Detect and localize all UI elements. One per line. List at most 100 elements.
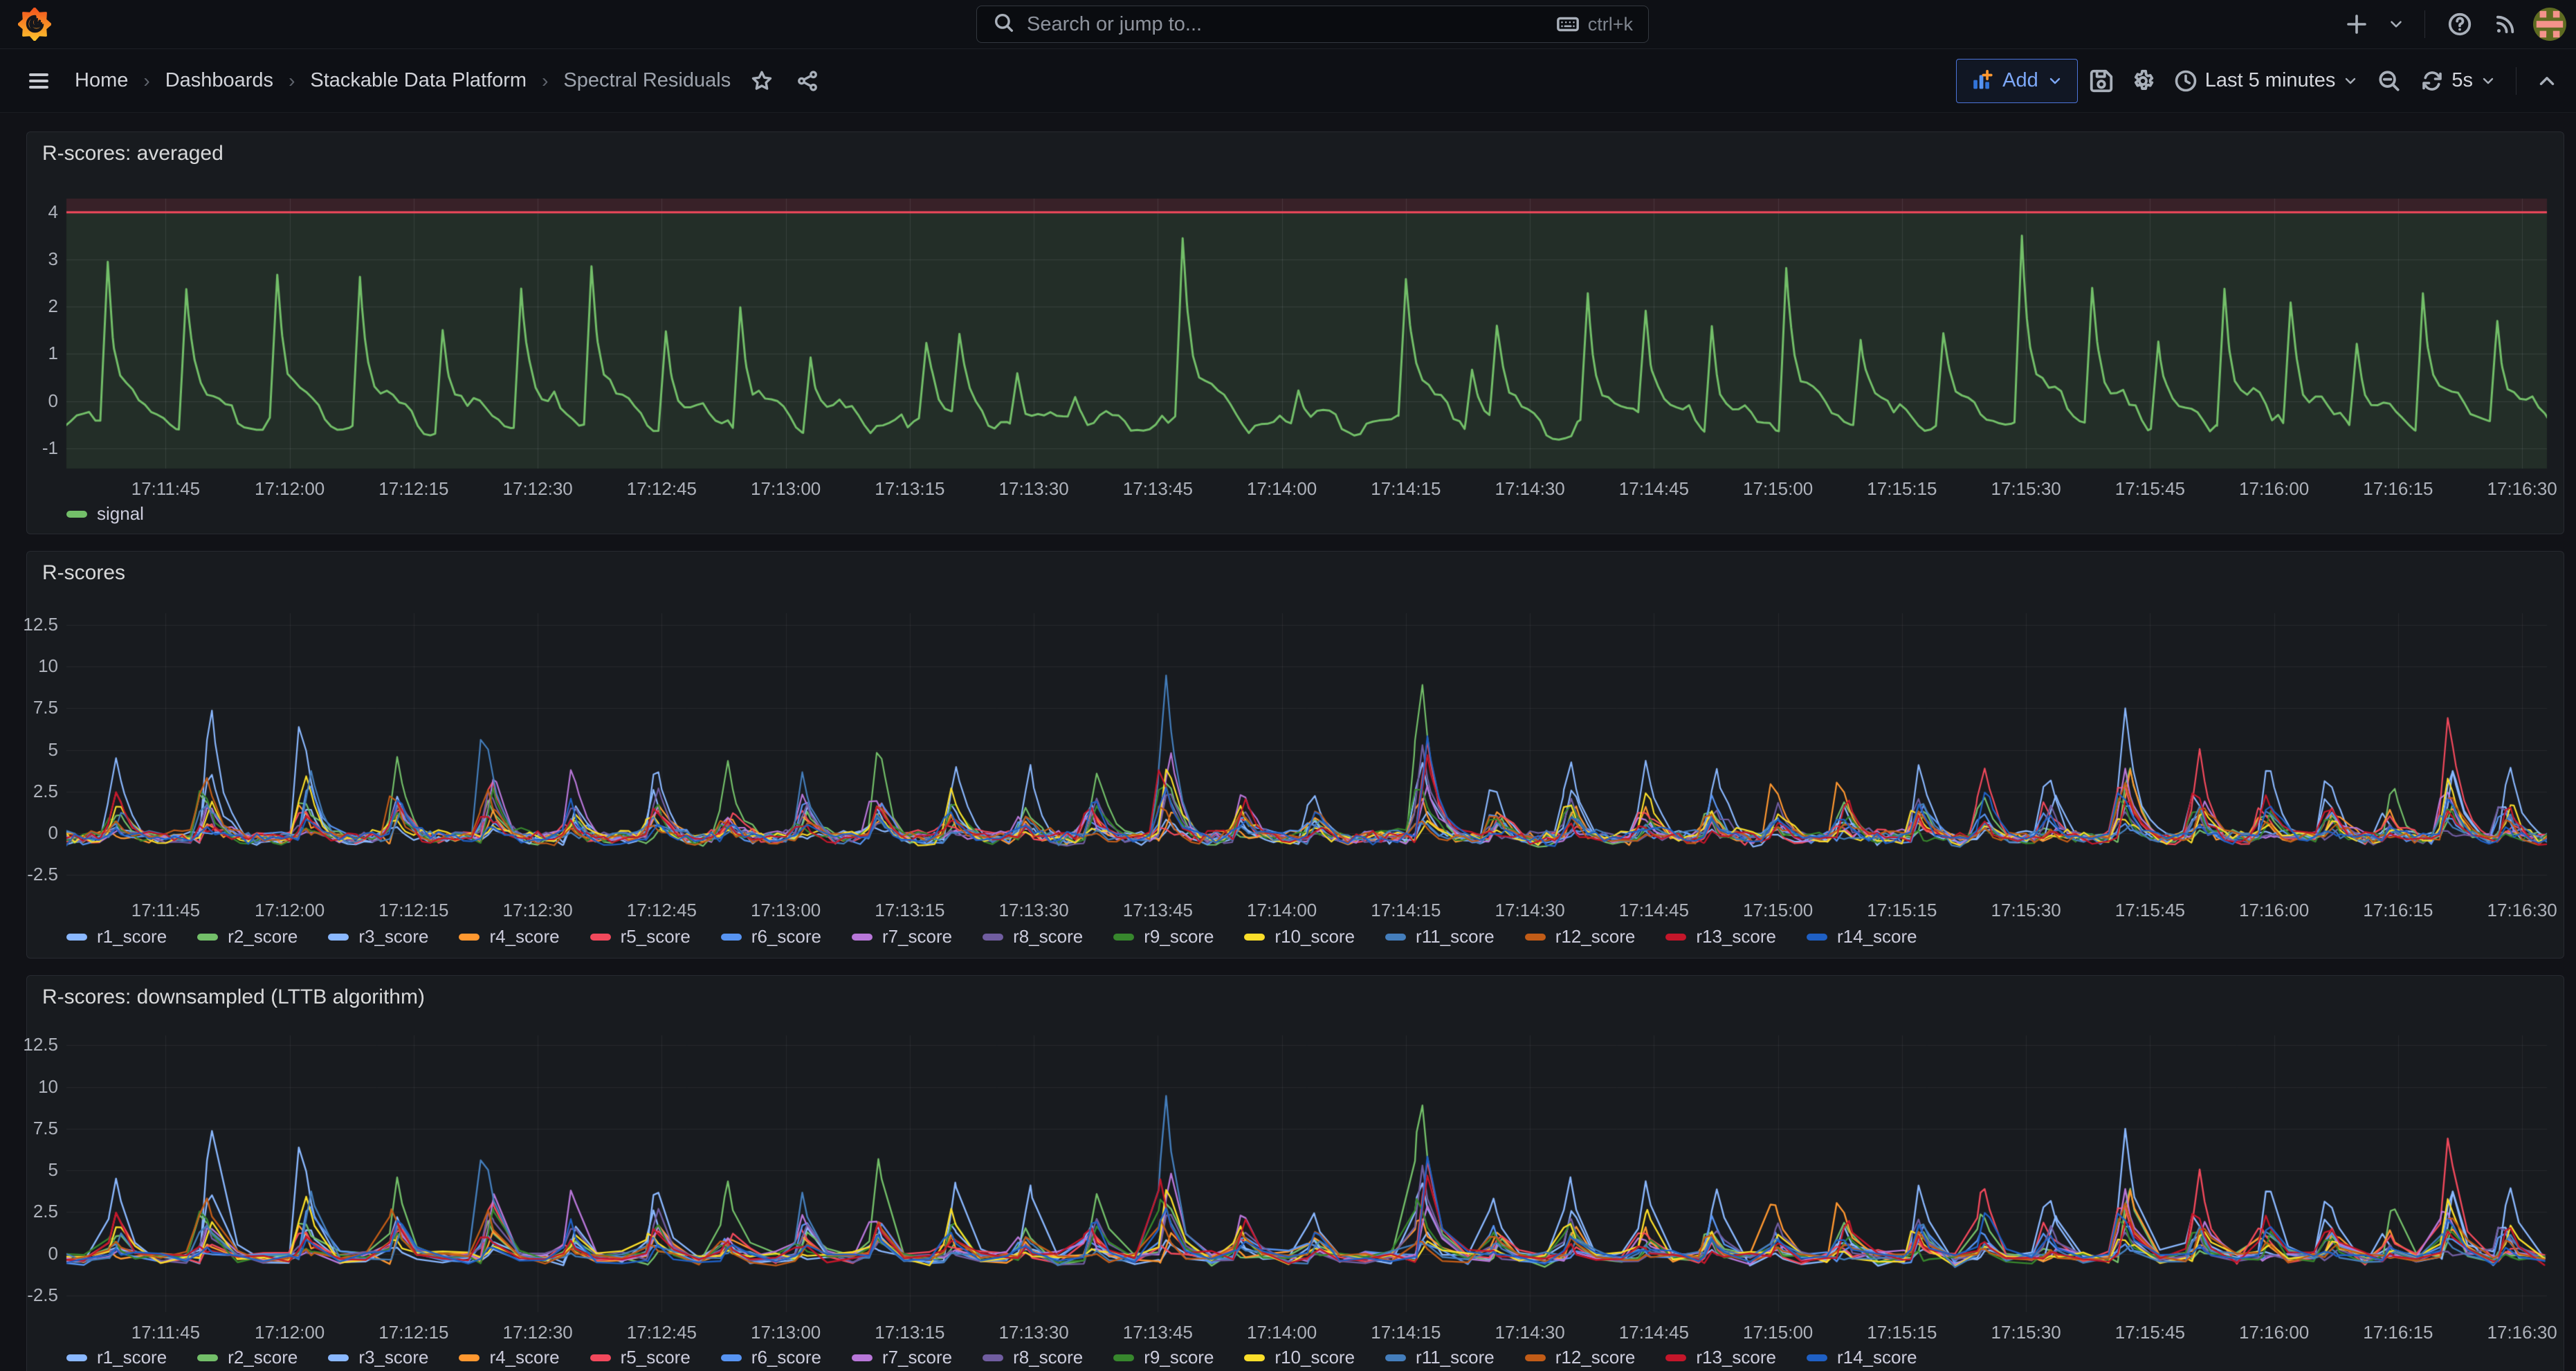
legend-item-r12_score[interactable]: r12_score: [1525, 1347, 1636, 1368]
legend-item-r14_score[interactable]: r14_score: [1807, 1347, 1917, 1368]
legend-item-r8_score[interactable]: r8_score: [983, 1347, 1083, 1368]
legend-swatch: [459, 1354, 479, 1361]
legend-item-r9_score[interactable]: r9_score: [1113, 1347, 1214, 1368]
x-tick-label: 17:14:00: [1220, 478, 1344, 500]
legend: r1_score r2_score r3_score r4_score r5_score…: [66, 1347, 1917, 1368]
legend-item-r1_score[interactable]: r1_score: [66, 926, 167, 947]
legend-item-r6_score[interactable]: r6_score: [721, 1347, 821, 1368]
user-avatar[interactable]: [2533, 8, 2566, 41]
mega-menu-button[interactable]: [21, 63, 57, 99]
legend-swatch: [721, 934, 742, 941]
legend-label: r13_score: [1696, 926, 1776, 947]
legend-item-r13_score[interactable]: r13_score: [1665, 926, 1776, 947]
legend-item-signal[interactable]: signal: [66, 503, 144, 525]
legend-label: r1_score: [97, 926, 167, 947]
collapse-topbar-button[interactable]: [2529, 63, 2565, 99]
refresh-picker[interactable]: 5s: [2413, 60, 2503, 102]
y-tick-label: 7.5: [0, 1118, 58, 1139]
legend-item-r6_score[interactable]: r6_score: [721, 926, 821, 947]
clock-icon: [2173, 69, 2198, 93]
legend-label: signal: [97, 503, 144, 525]
x-tick-label: 17:16:00: [2212, 478, 2337, 500]
add-panel-button[interactable]: Add: [1956, 59, 2078, 103]
x-tick-label: 17:14:45: [1591, 1322, 1716, 1343]
zoom-out-time-button[interactable]: [2371, 63, 2407, 99]
news-button[interactable]: [2487, 6, 2523, 42]
chevron-down-icon: [2480, 73, 2496, 89]
legend-label: r12_score: [1555, 1347, 1636, 1368]
legend-item-r12_score[interactable]: r12_score: [1525, 926, 1636, 947]
help-button[interactable]: [2442, 6, 2478, 42]
legend-item-r10_score[interactable]: r10_score: [1244, 926, 1355, 947]
y-tick-label: 3: [0, 248, 58, 270]
legend-item-r3_score[interactable]: r3_score: [328, 1347, 428, 1368]
legend-swatch: [1113, 934, 1134, 941]
keyboard-icon: [1556, 12, 1580, 36]
x-tick-label: 17:13:30: [971, 478, 1096, 500]
y-tick-label: 4: [0, 201, 58, 223]
new-menu-chevron[interactable]: [2384, 6, 2408, 42]
save-dashboard-button[interactable]: [2083, 63, 2119, 99]
legend-swatch: [1244, 1354, 1265, 1361]
legend-item-r11_score[interactable]: r11_score: [1385, 1347, 1495, 1368]
chart-canvas-0[interactable]: [27, 132, 2565, 535]
y-tick-label: 10: [0, 655, 58, 677]
new-plus-button[interactable]: [2339, 6, 2375, 42]
share-button[interactable]: [796, 63, 819, 99]
x-tick-label: 17:16:15: [2336, 1322, 2460, 1343]
breadcrumb-home[interactable]: Home: [75, 69, 128, 92]
refresh-icon: [2420, 69, 2445, 93]
legend-item-r9_score[interactable]: r9_score: [1113, 926, 1214, 947]
panel-rscores-averaged: R-scores: averaged 17:11:4517:12:0017:12…: [26, 131, 2564, 534]
legend-item-r7_score[interactable]: r7_score: [852, 926, 952, 947]
zoom-out-icon: [2376, 68, 2402, 94]
legend-item-r4_score[interactable]: r4_score: [459, 926, 559, 947]
legend-item-r14_score[interactable]: r14_score: [1807, 926, 1917, 947]
legend-swatch: [1807, 934, 1827, 941]
chart-canvas-2[interactable]: [27, 976, 2565, 1371]
search-input[interactable]: Search or jump to... ctrl+k: [976, 6, 1649, 43]
legend-item-r2_score[interactable]: r2_score: [197, 926, 298, 947]
x-tick-label: 17:14:30: [1468, 478, 1592, 500]
legend-item-r11_score[interactable]: r11_score: [1385, 926, 1495, 947]
breadcrumb-dashboards[interactable]: Dashboards: [165, 69, 273, 92]
x-tick-label: 17:12:15: [351, 1322, 476, 1343]
time-range-picker[interactable]: Last 5 minutes: [2166, 60, 2366, 102]
legend-item-r10_score[interactable]: r10_score: [1244, 1347, 1355, 1368]
chevron-down-icon: [2047, 73, 2063, 89]
chevron-down-icon: [2342, 73, 2359, 89]
top-bar: Search or jump to... ctrl+k: [0, 0, 2576, 49]
x-tick-label: 17:14:45: [1591, 900, 1716, 921]
x-tick-label: 17:14:45: [1591, 478, 1716, 500]
legend-item-r5_score[interactable]: r5_score: [590, 1347, 691, 1368]
grafana-logo-icon[interactable]: [18, 8, 51, 41]
legend-item-r4_score[interactable]: r4_score: [459, 1347, 559, 1368]
x-tick-label: 17:12:15: [351, 478, 476, 500]
favorite-button[interactable]: [750, 63, 774, 99]
x-tick-label: 17:14:30: [1468, 1322, 1592, 1343]
x-tick-label: 17:15:15: [1840, 478, 1964, 500]
x-tick-label: 17:12:30: [475, 478, 600, 500]
chart-canvas-1[interactable]: [27, 552, 2565, 959]
legend-item-r5_score[interactable]: r5_score: [590, 926, 691, 947]
legend-item-r13_score[interactable]: r13_score: [1665, 1347, 1776, 1368]
breadcrumb-folder[interactable]: Stackable Data Platform: [310, 69, 527, 92]
legend-item-r7_score[interactable]: r7_score: [852, 1347, 952, 1368]
legend-label: r1_score: [97, 1347, 167, 1368]
legend-label: r13_score: [1696, 1347, 1776, 1368]
legend-item-r1_score[interactable]: r1_score: [66, 1347, 167, 1368]
x-tick-label: 17:15:30: [1964, 1322, 2088, 1343]
x-tick-label: 17:15:15: [1840, 900, 1964, 921]
dashboard-settings-button[interactable]: [2125, 63, 2161, 99]
legend-item-r2_score[interactable]: r2_score: [197, 1347, 298, 1368]
legend-item-r3_score[interactable]: r3_score: [328, 926, 428, 947]
legend-item-r8_score[interactable]: r8_score: [983, 926, 1083, 947]
legend-swatch: [983, 1354, 1003, 1361]
x-tick-label: 17:13:30: [971, 900, 1096, 921]
breadcrumb-separator: ›: [542, 70, 548, 92]
legend-label: r14_score: [1837, 926, 1917, 947]
help-icon: [2447, 11, 2473, 37]
x-tick-label: 17:15:30: [1964, 900, 2088, 921]
breadcrumb-current: Spectral Residuals: [563, 69, 731, 92]
legend-label: r7_score: [882, 926, 952, 947]
